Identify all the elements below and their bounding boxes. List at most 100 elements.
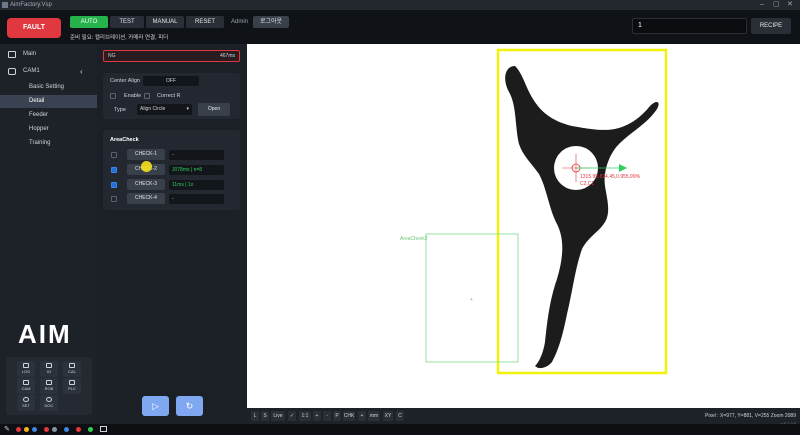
network-icon	[64, 427, 69, 432]
tool-grid: LOG IO CAL CAM ROB PLC SET DOC	[6, 357, 92, 415]
toolbar-p-button[interactable]: P	[333, 411, 341, 421]
toolbar-1to1-button[interactable]: 1:1	[299, 411, 311, 421]
toolbar-live-button[interactable]: Live	[271, 411, 285, 421]
mode-test-button[interactable]: TEST	[110, 16, 144, 28]
status-dot-green-icon	[88, 427, 93, 432]
roi-center-mark: +	[470, 297, 473, 303]
check-2-checkbox[interactable]	[111, 167, 117, 173]
tool-plc-button[interactable]: PLC	[63, 378, 81, 394]
type-label: Type	[114, 107, 126, 113]
tool-log-button[interactable]: LOG	[17, 361, 35, 377]
status-dot-gray-icon	[52, 427, 57, 432]
camera-icon	[8, 68, 16, 75]
toolbar-c-button[interactable]: C	[396, 411, 404, 421]
toolbar-xy-button[interactable]: XY	[383, 411, 393, 421]
enable-checkbox[interactable]	[110, 93, 116, 99]
open-button[interactable]: Open	[198, 103, 230, 116]
sidebar-item-feeder[interactable]: Feeder	[0, 109, 97, 122]
check-1-checkbox[interactable]	[111, 152, 117, 158]
measure-text: 1315.99,874.45,0.955,99%	[580, 174, 641, 180]
mode-auto-button[interactable]: AUTO	[70, 16, 108, 28]
check-4-checkbox[interactable]	[111, 196, 117, 202]
admin-label: Admin	[231, 19, 249, 25]
window-titlebar: AimFactory.Vsp – ▢ ✕	[0, 0, 800, 10]
status-dot-red-2-icon	[44, 427, 49, 432]
camera-icon	[23, 380, 29, 385]
area-check-card: AreaCheck CHECK-1 - CHECK-2 J078ms | n=8…	[103, 130, 240, 210]
toolbar-s-button[interactable]: S	[261, 411, 269, 421]
correct-r-checkbox[interactable]	[144, 93, 150, 99]
tool-set-button[interactable]: SET	[17, 395, 35, 411]
chevron-left-icon[interactable]: ‹	[80, 65, 83, 78]
toolbar-check-button[interactable]: ✓	[288, 411, 296, 421]
correct-r-label: Correct R	[157, 93, 181, 99]
recipe-input[interactable]: 1	[632, 18, 747, 34]
sidebar-item-main[interactable]: Main	[0, 48, 97, 61]
center-align-card: Center Align OFF Enable Correct R Type A…	[103, 73, 240, 119]
refresh-button[interactable]: ↻	[176, 396, 203, 416]
tool-rob-button[interactable]: ROB	[40, 378, 58, 394]
monitor-icon	[8, 51, 16, 58]
play-button[interactable]: ▷	[142, 396, 169, 416]
ng-label: NG	[108, 53, 116, 59]
ng-time: 467ms	[219, 53, 235, 59]
roi-label: AreaCheck2	[400, 236, 428, 242]
window-title: AimFactory.Vsp	[10, 2, 52, 8]
tool-cam-button[interactable]: CAM	[17, 378, 35, 394]
viewer-canvas: AreaCheck2 + 1315.99,874.45,0.955,99% C2…	[400, 48, 668, 375]
status-message: 준비 필요: 캘리브레이션, 카메라 연결, 피더	[70, 35, 169, 41]
monitor-icon[interactable]	[100, 426, 107, 432]
mode-manual-button[interactable]: MANUAL	[146, 16, 184, 28]
toolbar-mm-button[interactable]: mm	[368, 411, 380, 421]
pixel-info: Pixel : X=977, Y=881, V=255 Zoom 2089	[705, 413, 796, 419]
check-4-button[interactable]: CHECK-4	[127, 193, 165, 204]
doc-icon	[46, 397, 52, 402]
toolbar-plus-button[interactable]: +	[358, 411, 366, 421]
enable-label: Enable	[124, 93, 142, 99]
check-3-result: 11ms | 1x	[169, 180, 224, 190]
plc-icon	[69, 380, 75, 385]
sidebar-item-cam1[interactable]: CAM1 ‹	[0, 65, 97, 78]
check-3-button[interactable]: CHECK-3	[127, 179, 165, 190]
check-2-result: J078ms | n=8	[169, 165, 224, 175]
check-1-button[interactable]: CHECK-1	[127, 149, 165, 160]
log-icon	[23, 363, 29, 368]
refresh-icon: ↻	[185, 401, 194, 411]
toolbar-zoom-in-button[interactable]: +	[313, 411, 321, 421]
status-dot-yellow-icon	[24, 427, 29, 432]
mode-reset-button[interactable]: RESET	[186, 16, 224, 28]
robot-icon	[46, 380, 52, 385]
logout-button[interactable]: 로그아웃	[253, 16, 289, 28]
tool-doc-button[interactable]: DOC	[40, 395, 58, 411]
toolbar-l-button[interactable]: L	[251, 411, 259, 421]
close-icon[interactable]: ✕	[787, 0, 793, 10]
image-viewer[interactable]: AreaCheck2 + 1315.99,874.45,0.955,99% C2…	[247, 44, 800, 408]
top-bar: FAULT AUTO TEST MANUAL RESET Admin 로그아웃 …	[0, 10, 800, 44]
status-dot-blue-icon	[32, 427, 37, 432]
recipe-button[interactable]: RECIPE	[751, 18, 791, 34]
caret-down-icon: ▾	[186, 106, 189, 112]
sidebar-item-detail[interactable]: Detail	[0, 95, 97, 108]
sidebar: Main CAM1 ‹ Basic Setting Detail Feeder …	[0, 44, 97, 424]
detail-panel: NG 467ms Center Align OFF Enable Correct…	[97, 44, 246, 424]
sidebar-item-basic-setting[interactable]: Basic Setting	[0, 81, 97, 94]
pen-icon[interactable]: ✎	[4, 425, 10, 433]
taskbar: ✎	[0, 424, 800, 435]
sidebar-item-hopper[interactable]: Hopper	[0, 123, 97, 136]
area-check-title: AreaCheck	[110, 137, 139, 143]
sidebar-item-training[interactable]: Training	[0, 137, 97, 150]
tool-io-button[interactable]: IO	[40, 361, 58, 377]
minimize-icon[interactable]: –	[760, 0, 764, 10]
center-align-toggle[interactable]: OFF	[143, 76, 199, 86]
check-3-checkbox[interactable]	[111, 182, 117, 188]
part-silhouette	[505, 66, 659, 369]
io-icon	[46, 363, 52, 368]
calibration-icon	[69, 363, 75, 368]
tool-cal-button[interactable]: CAL	[63, 361, 81, 377]
toolbar-chk-button[interactable]: CHK	[343, 411, 355, 421]
type-select[interactable]: Align Circle ▾	[137, 104, 192, 115]
maximize-icon[interactable]: ▢	[773, 0, 780, 10]
fault-button[interactable]: FAULT	[7, 18, 61, 38]
play-icon: ▷	[152, 401, 159, 411]
toolbar-zoom-out-button[interactable]: -	[323, 411, 331, 421]
